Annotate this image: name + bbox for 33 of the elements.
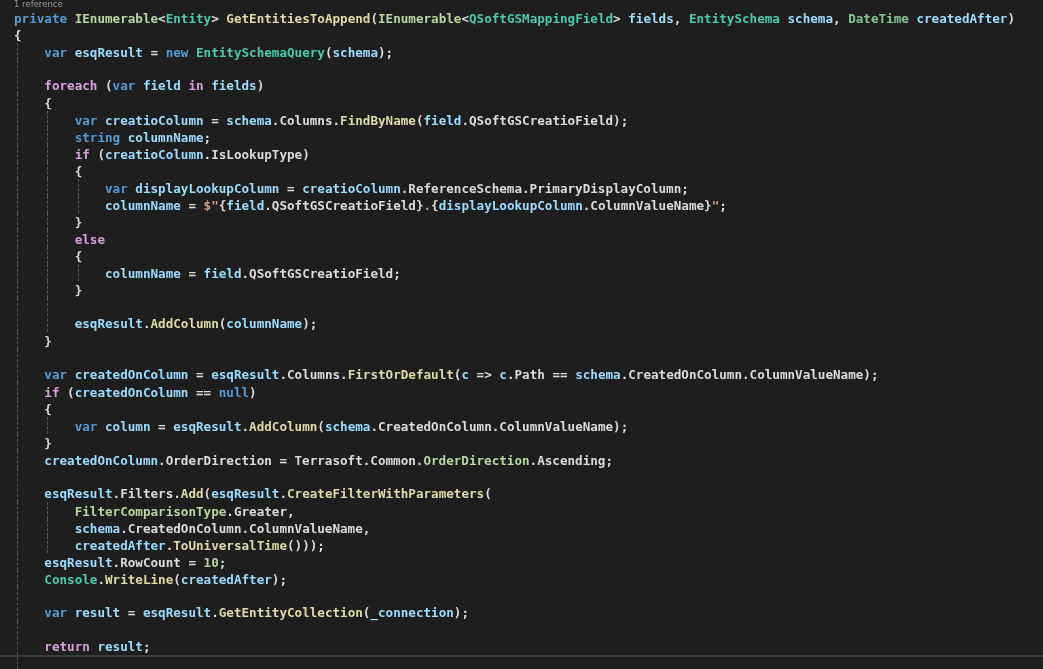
codelens-reference-link[interactable]: 1 reference: [0, 0, 65, 9]
code-line: if (creatioColumn.IsLookupType): [73, 146, 310, 163]
code-line: return result;: [43, 638, 151, 655]
code-line: {: [73, 248, 83, 265]
code-line: schema.CreatedOnColumn.ColumnValueName,: [73, 520, 371, 537]
code-line: }: [73, 282, 83, 299]
code-line: Console.WriteLine(createdAfter);: [43, 571, 287, 588]
code-line: var esqResult = new EntitySchemaQuery(schema);: [43, 44, 394, 61]
code-line: columnName = $"{field.QSoftGSCreatioField}.{displayLookupColumn.ColumnValueName}";: [104, 197, 727, 214]
code-line: }: [43, 435, 52, 452]
code-line: {: [14, 27, 22, 44]
code-line: foreach (var field in fields): [43, 77, 265, 94]
code-line: private IEnumerable<Entity> GetEntitiesToAppend(IEnumerable<QSoftGSMappingField> fields, EntitySchema schema, DateTime createdAfter): [14, 10, 1015, 27]
code-line: var result = esqResult.GetEntityCollection(_connection);: [43, 604, 469, 621]
code-line: createdOnColumn.OrderDirection = Terrasoft.Common.OrderDirection.Ascending;: [43, 452, 613, 469]
code-line: var displayLookupColumn = creatioColumn.ReferenceSchema.PrimaryDisplayColumn;: [104, 180, 689, 197]
code-line: }: [43, 333, 52, 350]
code-line: FilterComparisonType.Greater,: [73, 503, 295, 520]
code-line: {: [73, 163, 83, 180]
code-line: var creatioColumn = schema.Columns.FindByName(field.QSoftGSCreatioField);: [73, 112, 629, 129]
code-line: string columnName;: [73, 129, 212, 146]
code-line: if (createdOnColumn == null): [43, 384, 257, 401]
code-line: columnName = field.QSoftGSCreatioField;: [104, 265, 401, 282]
code-line: var column = esqResult.AddColumn(schema.CreatedOnColumn.ColumnValueName);: [73, 418, 629, 435]
code-line: esqResult.AddColumn(columnName);: [73, 315, 318, 332]
code-line: createdAfter.ToUniversalTime()));: [73, 537, 325, 554]
code-line: var createdOnColumn = esqResult.Columns.FirstOrDefault(c => c.Path == schema.CreatedOnColumn.ColumnValueName);: [43, 366, 879, 383]
code-line: }: [73, 214, 83, 231]
code-line: else: [73, 231, 105, 248]
code-line: esqResult.Filters.Add(esqResult.CreateFilterWithParameters(: [43, 485, 492, 502]
code-line: {: [43, 95, 52, 112]
code-line: {: [43, 401, 52, 418]
code-line: esqResult.RowCount = 10;: [43, 554, 227, 571]
